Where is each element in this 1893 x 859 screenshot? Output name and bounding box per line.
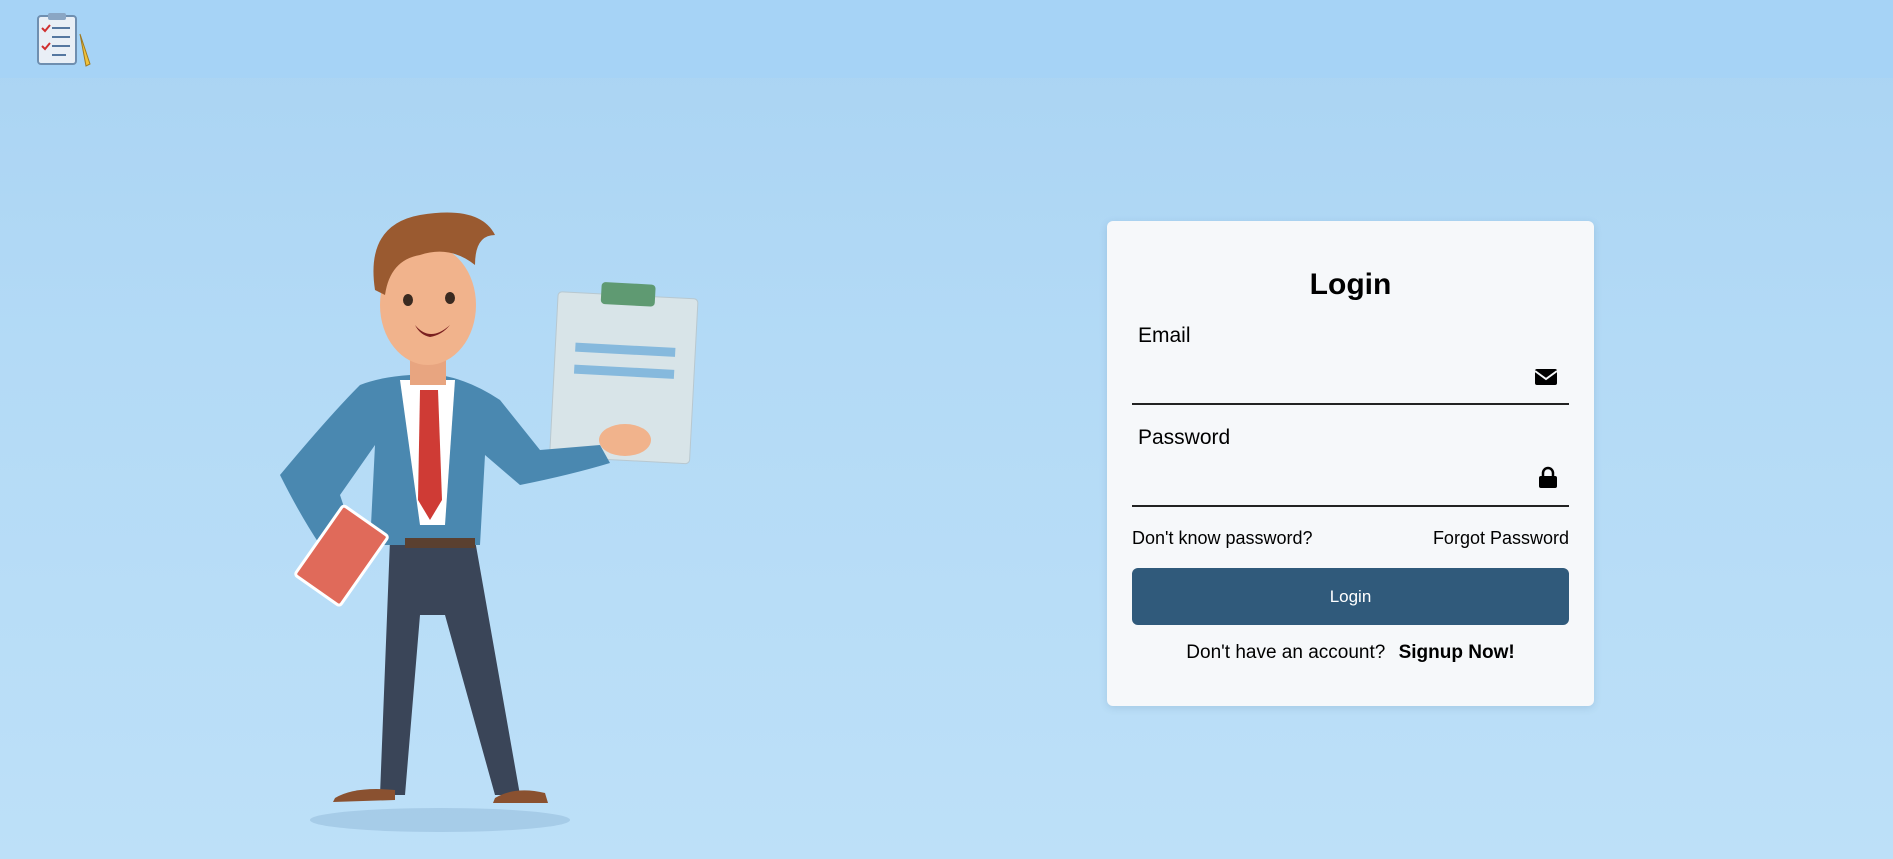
clipboard-checklist-logo-icon[interactable] [34, 12, 96, 68]
signup-row: Don't have an account? Signup Now! [1107, 642, 1594, 664]
email-label: Email [1138, 324, 1191, 347]
signup-link[interactable]: Signup Now! [1399, 642, 1515, 663]
lock-icon [1539, 466, 1557, 488]
email-field[interactable] [1132, 371, 1569, 405]
forgot-password-link[interactable]: Forgot Password [1433, 528, 1569, 549]
no-account-text: Don't have an account? [1186, 642, 1386, 663]
login-card: Login Email Password Don't know password… [1107, 221, 1594, 706]
envelope-icon [1534, 369, 1558, 385]
top-bar [0, 0, 1893, 78]
login-button[interactable]: Login [1132, 568, 1569, 625]
dont-know-password-link[interactable]: Don't know password? [1132, 528, 1313, 549]
password-field[interactable] [1132, 473, 1569, 507]
businessman-illustration [280, 212, 699, 832]
login-title: Login [1309, 268, 1392, 301]
password-label: Password [1138, 426, 1231, 449]
